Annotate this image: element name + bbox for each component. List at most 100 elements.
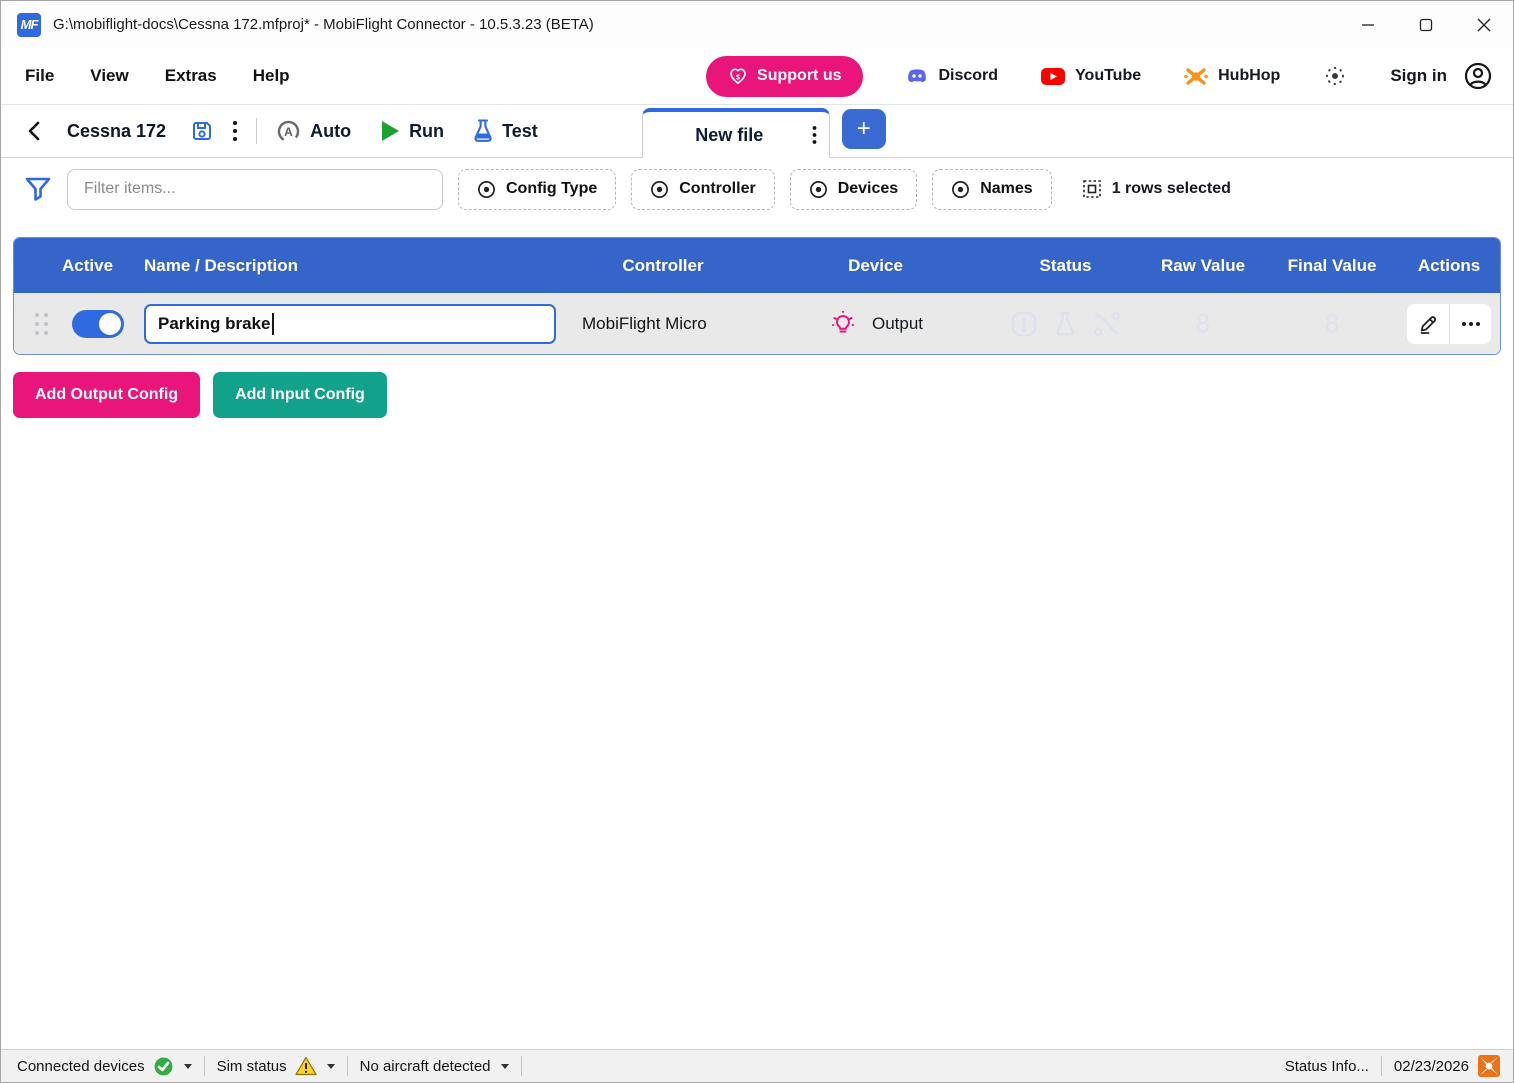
- menu-view[interactable]: View: [88, 62, 130, 90]
- header-raw-value: Raw Value: [1138, 256, 1268, 276]
- hubhop-label: HubHop: [1218, 67, 1280, 85]
- close-button[interactable]: [1455, 1, 1513, 48]
- filter-controller-label: Controller: [679, 180, 755, 198]
- hubhop-link[interactable]: HubHop: [1183, 64, 1280, 88]
- add-output-config-button[interactable]: Add Output Config: [13, 372, 200, 418]
- row-more-button[interactable]: [1449, 304, 1491, 344]
- filter-config-type-button[interactable]: Config Type: [458, 169, 616, 210]
- filter-funnel-icon[interactable]: [23, 174, 53, 204]
- ellipsis-icon: [1462, 322, 1480, 326]
- aircraft-status[interactable]: No aircraft detected: [354, 1058, 515, 1075]
- auto-label: Auto: [310, 121, 351, 142]
- row-device-cell: Output: [758, 309, 993, 339]
- youtube-link[interactable]: YouTube: [1040, 65, 1141, 87]
- status-disconnected-icon: [1092, 310, 1122, 338]
- status-bar-right: Status Info... 02/23/2026: [1279, 1054, 1507, 1078]
- chevron-down-icon: [327, 1064, 335, 1069]
- row-active-cell: [52, 310, 144, 338]
- row-action-buttons: [1407, 304, 1491, 344]
- header-controller: Controller: [568, 256, 758, 276]
- circle-dot-icon: [477, 180, 496, 199]
- header-actions: Actions: [1396, 256, 1501, 276]
- run-label: Run: [409, 121, 444, 142]
- filter-items-input[interactable]: [67, 169, 443, 210]
- discord-label: Discord: [938, 67, 998, 85]
- menu-help[interactable]: Help: [251, 62, 292, 90]
- filter-devices-button[interactable]: Devices: [790, 169, 918, 210]
- project-menu-kebab[interactable]: [232, 120, 238, 142]
- circle-dot-icon: [650, 180, 669, 199]
- window-controls: [1339, 1, 1513, 48]
- minimize-button[interactable]: [1339, 1, 1397, 48]
- status-test-icon: [1053, 310, 1077, 338]
- sign-in-button[interactable]: Sign in: [1390, 61, 1493, 91]
- filter-devices-label: Devices: [838, 180, 899, 198]
- run-button[interactable]: Run: [379, 119, 444, 143]
- row-drag-handle-icon[interactable]: [30, 313, 52, 335]
- table-header: Active Name / Description Controller Dev…: [14, 238, 1500, 293]
- tab-new-file[interactable]: New file: [642, 108, 830, 158]
- aircraft-status-label: No aircraft detected: [360, 1058, 491, 1075]
- connected-devices-status[interactable]: Connected devices: [11, 1056, 198, 1077]
- rows-selected-label: 1 rows selected: [1112, 180, 1231, 198]
- name-description-input[interactable]: Parking brake: [144, 304, 556, 344]
- run-play-icon: [379, 119, 401, 143]
- active-toggle[interactable]: [72, 310, 124, 338]
- discord-link[interactable]: Discord: [905, 64, 998, 88]
- discord-icon: [905, 64, 929, 88]
- support-us-label: Support us: [757, 67, 841, 85]
- menu-items: File View Extras Help: [23, 62, 292, 90]
- status-info[interactable]: Status Info...: [1279, 1058, 1375, 1075]
- chevron-down-icon: [501, 1064, 509, 1069]
- table-row[interactable]: Parking brake MobiFlight Micro Output: [14, 293, 1500, 354]
- text-caret: [272, 313, 274, 335]
- header-device: Device: [758, 256, 993, 276]
- filter-config-type-label: Config Type: [506, 180, 597, 198]
- window-title: G:\mobiflight-docs\Cessna 172.mfproj* - …: [53, 16, 594, 33]
- app-window: MF G:\mobiflight-docs\Cessna 172.mfproj*…: [0, 0, 1514, 1083]
- menu-extras[interactable]: Extras: [163, 62, 219, 90]
- title-bar: MF G:\mobiflight-docs\Cessna 172.mfproj*…: [1, 1, 1513, 48]
- filter-pills: Config Type Controller Devices Names: [458, 169, 1052, 210]
- row-status-cell: [993, 310, 1138, 338]
- row-controller-cell: MobiFlight Micro: [568, 314, 758, 334]
- app-logo-icon: MF: [17, 13, 41, 37]
- status-bar: Connected devices Sim status No aircraft…: [1, 1049, 1513, 1082]
- row-final-value: 8: [1268, 308, 1396, 339]
- add-input-config-button[interactable]: Add Input Config: [213, 372, 387, 418]
- tab-menu-kebab[interactable]: [812, 125, 817, 145]
- menu-bar: File View Extras Help $ Support us Disco…: [1, 48, 1513, 105]
- theme-toggle-button[interactable]: [1322, 63, 1348, 89]
- edit-row-button[interactable]: [1407, 304, 1449, 344]
- hubhop-icon: [1183, 64, 1209, 88]
- filter-controller-button[interactable]: Controller: [631, 169, 774, 210]
- save-button[interactable]: [190, 119, 214, 143]
- auto-button[interactable]: A Auto: [275, 118, 351, 145]
- filter-names-button[interactable]: Names: [932, 169, 1051, 210]
- menu-file[interactable]: File: [23, 62, 56, 90]
- sim-status[interactable]: Sim status: [211, 1056, 341, 1076]
- support-us-button[interactable]: $ Support us: [706, 56, 863, 97]
- maximize-button[interactable]: [1397, 1, 1455, 48]
- add-tab-button[interactable]: +: [842, 109, 886, 149]
- header-active: Active: [52, 256, 144, 276]
- msfs-sim-icon: [1477, 1054, 1501, 1078]
- svg-text:$: $: [736, 75, 740, 82]
- test-button[interactable]: Test: [472, 118, 538, 144]
- row-raw-value: 8: [1138, 308, 1268, 339]
- heart-dollar-icon: $: [728, 66, 748, 86]
- sign-in-label: Sign in: [1390, 66, 1447, 86]
- selection-icon: [1082, 179, 1102, 199]
- edit-pencil-icon: [1418, 314, 1438, 334]
- back-button[interactable]: [21, 120, 47, 142]
- toolbar: Cessna 172 A Auto Run Test New fil: [1, 105, 1513, 158]
- output-lightbulb-icon: [828, 309, 858, 339]
- green-check-icon: [153, 1056, 174, 1077]
- tab-label: New file: [647, 125, 812, 146]
- menu-links: $ Support us Discord YouTube H: [706, 56, 1493, 97]
- row-actions-cell: [1396, 304, 1501, 344]
- circle-dot-icon: [951, 180, 970, 199]
- test-flask-icon: [472, 118, 494, 144]
- youtube-label: YouTube: [1075, 67, 1141, 85]
- test-label: Test: [502, 121, 538, 142]
